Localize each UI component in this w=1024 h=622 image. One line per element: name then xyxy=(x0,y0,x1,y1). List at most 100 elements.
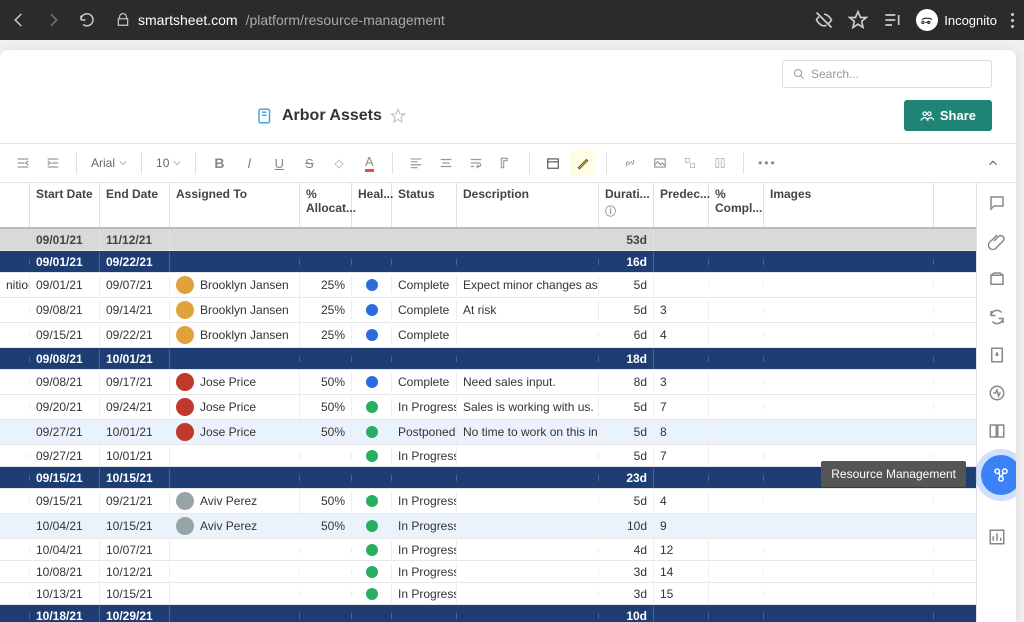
cell[interactable]: 09/21/21 xyxy=(100,491,170,511)
table-row[interactable]: 09/27/2110/01/21Jose Price50%PostponedNo… xyxy=(0,420,976,445)
cell[interactable] xyxy=(0,453,30,459)
cell-compl[interactable] xyxy=(709,613,764,619)
cell-health[interactable] xyxy=(352,326,392,344)
cell[interactable]: 09/08/21 xyxy=(30,300,100,320)
cell-duration[interactable]: 5d xyxy=(599,422,654,442)
cell-alloc[interactable] xyxy=(300,613,352,619)
cell[interactable] xyxy=(0,237,30,243)
strike-icon[interactable]: S xyxy=(296,150,322,176)
cell-compl[interactable] xyxy=(709,307,764,313)
cell-images[interactable] xyxy=(764,282,934,288)
cell[interactable]: 09/07/21 xyxy=(100,275,170,295)
cell-duration[interactable]: 5d xyxy=(599,300,654,320)
cell-duration[interactable]: 18d xyxy=(599,349,654,369)
cell-duration[interactable]: 10d xyxy=(599,516,654,536)
text-color-icon[interactable]: A xyxy=(356,150,382,176)
table-row[interactable]: 09/15/2109/22/21Brooklyn Jansen25%Comple… xyxy=(0,323,976,348)
cell[interactable]: 09/27/21 xyxy=(30,446,100,466)
cell-assigned[interactable]: Brooklyn Jansen xyxy=(170,273,300,297)
cell[interactable]: 09/15/21 xyxy=(30,325,100,345)
cell-images[interactable] xyxy=(764,332,934,338)
highlight-icon[interactable] xyxy=(570,150,596,176)
update-requests-icon[interactable] xyxy=(987,307,1007,327)
cell-alloc[interactable] xyxy=(300,475,352,481)
cell-desc[interactable]: No time to work on this in June. xyxy=(457,422,599,442)
cell-pred[interactable]: 3 xyxy=(654,372,709,392)
cell-status[interactable]: In Progress xyxy=(392,491,457,511)
cell-desc[interactable] xyxy=(457,237,599,243)
cell[interactable] xyxy=(0,613,30,619)
chart-icon[interactable] xyxy=(987,527,1007,547)
cell[interactable] xyxy=(0,498,30,504)
proofs-icon[interactable] xyxy=(987,269,1007,289)
cell-duration[interactable]: 4d xyxy=(599,540,654,560)
cell-health[interactable] xyxy=(352,259,392,265)
cell[interactable] xyxy=(0,332,30,338)
cell-compl[interactable] xyxy=(709,332,764,338)
cell[interactable]: 09/27/21 xyxy=(30,422,100,442)
cell[interactable]: 09/14/21 xyxy=(100,300,170,320)
table-row[interactable]: 09/01/2111/12/2153d xyxy=(0,229,976,251)
cell-pred[interactable] xyxy=(654,237,709,243)
cell-pred[interactable] xyxy=(654,613,709,619)
cell-health[interactable] xyxy=(352,563,392,581)
col-alloc[interactable]: % Allocat... xyxy=(300,183,352,227)
table-row[interactable]: 09/20/2109/24/21Jose Price50%In Progress… xyxy=(0,395,976,420)
cell-desc[interactable] xyxy=(457,498,599,504)
cell[interactable]: 09/01/21 xyxy=(30,252,100,272)
cell-pred[interactable]: 4 xyxy=(654,325,709,345)
activity-icon[interactable] xyxy=(987,383,1007,403)
cell-desc[interactable] xyxy=(457,453,599,459)
col-assigned[interactable]: Assigned To xyxy=(170,183,300,227)
col-desc[interactable]: Description xyxy=(457,183,599,227)
cell-status[interactable] xyxy=(392,613,457,619)
image-icon[interactable] xyxy=(647,150,673,176)
table-row[interactable]: 09/01/2109/22/2116d xyxy=(0,251,976,273)
cell-alloc[interactable]: 50% xyxy=(300,422,352,442)
col-end[interactable]: End Date xyxy=(100,183,170,227)
cell-assigned[interactable]: Jose Price xyxy=(170,395,300,419)
more-icon[interactable]: ••• xyxy=(754,150,780,176)
cell[interactable] xyxy=(0,259,30,265)
cell-status[interactable]: Complete xyxy=(392,275,457,295)
cell-assigned[interactable]: Aviv Perez xyxy=(170,489,300,513)
table-row[interactable]: nition09/01/2109/07/21Brooklyn Jansen25%… xyxy=(0,273,976,298)
cell-desc[interactable]: At risk xyxy=(457,300,599,320)
cell-status[interactable]: In Progress xyxy=(392,397,457,417)
comments-icon[interactable] xyxy=(987,193,1007,213)
cell-duration[interactable]: 23d xyxy=(599,468,654,488)
cell-pred[interactable]: 3 xyxy=(654,300,709,320)
browser-menu-icon[interactable] xyxy=(1011,13,1014,28)
cell-images[interactable] xyxy=(764,613,934,619)
cell-status[interactable] xyxy=(392,237,457,243)
col-dur[interactable]: Durati...ⓘ xyxy=(599,183,654,227)
cell-duration[interactable]: 3d xyxy=(599,562,654,582)
cell-compl[interactable] xyxy=(709,523,764,529)
cell[interactable]: 11/12/21 xyxy=(100,230,170,250)
cell[interactable]: 09/22/21 xyxy=(100,325,170,345)
publish-icon[interactable] xyxy=(987,345,1007,365)
fill-icon[interactable] xyxy=(326,150,352,176)
cell[interactable]: 10/12/21 xyxy=(100,562,170,582)
cell-images[interactable] xyxy=(764,404,934,410)
cell-alloc[interactable] xyxy=(300,547,352,553)
cell-images[interactable] xyxy=(764,498,934,504)
cell-pred[interactable]: 4 xyxy=(654,491,709,511)
cell-assigned[interactable] xyxy=(170,475,300,481)
cell-alloc[interactable] xyxy=(300,356,352,362)
cell-health[interactable] xyxy=(352,356,392,362)
cell-assigned[interactable] xyxy=(170,453,300,459)
cell-images[interactable] xyxy=(764,237,934,243)
cell-images[interactable] xyxy=(764,379,934,385)
cell-images[interactable] xyxy=(764,523,934,529)
cell[interactable] xyxy=(0,307,30,313)
attachments-icon[interactable] xyxy=(987,231,1007,251)
cell-compl[interactable] xyxy=(709,429,764,435)
cell-status[interactable]: In Progress xyxy=(392,584,457,604)
cell-duration[interactable]: 6d xyxy=(599,325,654,345)
cell-compl[interactable] xyxy=(709,379,764,385)
col-start[interactable]: Start Date xyxy=(30,183,100,227)
cell-assigned[interactable]: Aviv Perez xyxy=(170,514,300,538)
table-row[interactable]: 09/08/2109/17/21Jose Price50%CompleteNee… xyxy=(0,370,976,395)
cell[interactable] xyxy=(0,547,30,553)
